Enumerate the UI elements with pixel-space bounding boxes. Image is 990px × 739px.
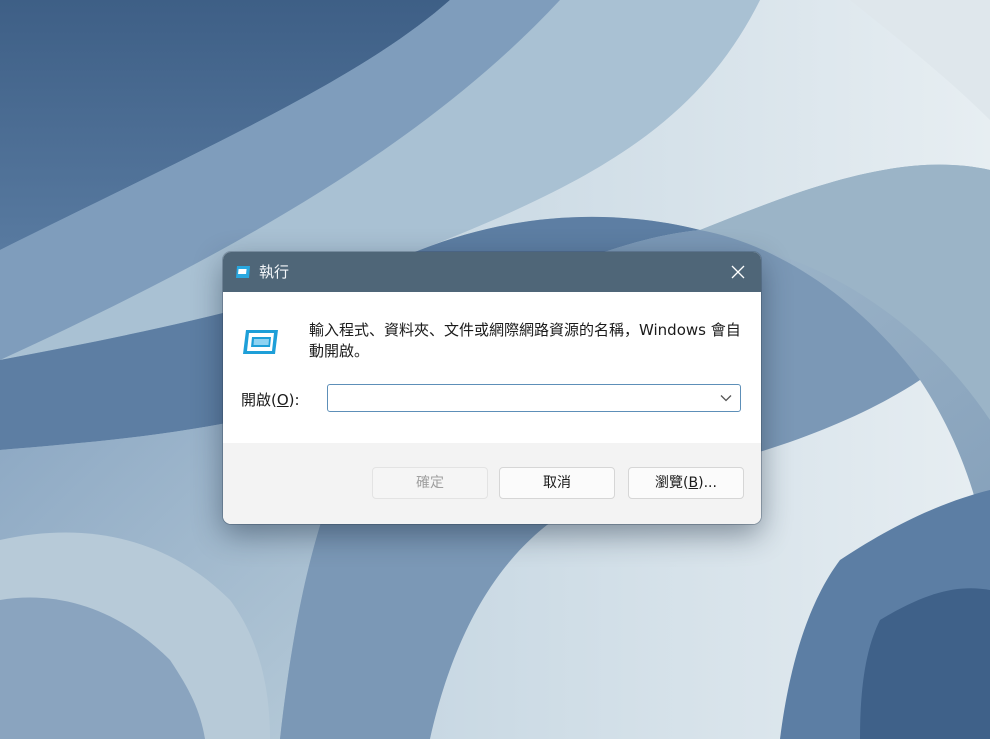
open-label: 開啟(O): [241, 389, 300, 411]
open-label-accelerator: O [276, 391, 289, 409]
open-input[interactable] [332, 388, 702, 408]
close-button[interactable] [715, 252, 761, 292]
dialog-body: 輸入程式、資料夾、文件或網際網路資源的名稱，Windows 會自動開啟。 開啟(… [223, 292, 761, 443]
ok-button[interactable]: 確定 [372, 467, 488, 499]
open-label-prefix: 開啟( [241, 391, 277, 409]
chevron-down-icon [720, 395, 732, 402]
instruction-text: 輸入程式、資料夾、文件或網際網路資源的名稱，Windows 會自動開啟。 [309, 321, 741, 360]
run-app-icon [243, 330, 278, 354]
dialog-title: 執行 [259, 263, 290, 281]
button-bar: 確定 取消 瀏覽(B)... [223, 443, 761, 524]
close-icon [731, 265, 745, 279]
dropdown-button[interactable] [712, 385, 740, 411]
title-bar[interactable]: 執行 [223, 252, 761, 292]
browse-label-suffix: )... [698, 475, 717, 491]
open-combobox[interactable] [327, 384, 741, 412]
run-app-icon [236, 266, 250, 278]
browse-label-accelerator: B [688, 475, 699, 491]
cancel-button[interactable]: 取消 [499, 467, 615, 499]
run-dialog: 執行 輸入程式、資料夾、文件或網際網路資源的名稱，Windows 會自動開啟。 … [223, 252, 761, 524]
browse-label-prefix: 瀏覽( [655, 475, 689, 491]
open-label-suffix: ): [288, 391, 300, 409]
browse-button[interactable]: 瀏覽(B)... [628, 467, 744, 499]
